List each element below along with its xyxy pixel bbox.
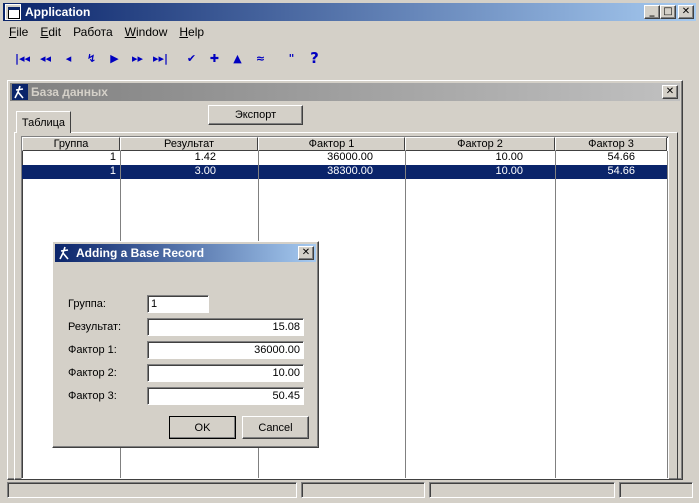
dialog-close-button[interactable]: ✕	[298, 246, 314, 260]
help-icon[interactable]: ?	[303, 47, 326, 69]
column-divider	[405, 151, 406, 478]
factor3-field[interactable]: 50.45	[147, 387, 304, 405]
result-field[interactable]: 15.08	[147, 318, 304, 336]
cell-result: 3.00	[194, 165, 216, 177]
factor3-label: Фактор 3:	[68, 390, 117, 402]
add-record-dialog: Adding a Base Record ✕ Группа: 1 Результ…	[52, 241, 319, 448]
last-record-icon[interactable]: ▸▸|	[149, 47, 172, 69]
table-row[interactable]: 1 1.42 36000.00 10.00 54.66	[22, 151, 667, 165]
status-panel	[301, 482, 425, 498]
menu-window-label: indow	[136, 25, 168, 39]
minimize-button[interactable]: _	[644, 5, 660, 19]
add-record-icon[interactable]: ✚	[203, 47, 226, 69]
cell-factor3: 54.66	[607, 151, 635, 163]
menu-bar: File Edit Работа Window Help	[3, 22, 696, 42]
column-divider	[555, 151, 556, 478]
first-record-icon[interactable]: |◂◂	[11, 47, 34, 69]
app-titlebar[interactable]: Application _ □ ✕	[3, 3, 696, 21]
status-panel	[619, 482, 693, 498]
cell-factor3: 54.66	[607, 165, 635, 177]
column-header-factor2[interactable]: Фактор 2	[405, 137, 555, 151]
cancel-button[interactable]: Cancel	[242, 416, 309, 439]
cell-factor2: 10.00	[495, 151, 523, 163]
database-window-title: База данных	[31, 85, 108, 99]
app-window-icon	[5, 4, 21, 20]
edit-record-icon[interactable]: ▲	[226, 47, 249, 69]
refresh-icon[interactable]: ↯	[80, 47, 103, 69]
figure-icon	[12, 84, 28, 100]
toolbar: |◂◂ ◂◂ ◂ ↯ ▶ ▸▸ ▸▸| ✔ ✚ ▲ ≈ " ?	[3, 44, 696, 72]
cell-group: 1	[109, 165, 116, 177]
app-window-controls: _ □ ✕	[644, 5, 694, 19]
menu-file[interactable]: File	[3, 25, 34, 39]
dialog-titlebar[interactable]: Adding a Base Record ✕	[55, 244, 316, 262]
menu-edit-label: dit	[48, 25, 62, 39]
next-page-icon[interactable]: ▸▸	[126, 47, 149, 69]
menu-window-mnemonic: W	[124, 25, 136, 39]
prev-record-icon[interactable]: ◂	[57, 47, 80, 69]
column-header-factor3[interactable]: Фактор 3	[555, 137, 667, 151]
figure-icon	[59, 246, 69, 260]
factor2-field[interactable]: 10.00	[147, 364, 304, 382]
close-button[interactable]: ✕	[678, 5, 694, 19]
next-record-icon[interactable]: ▶	[103, 47, 126, 69]
cell-result: 1.42	[194, 151, 216, 163]
database-window-titlebar[interactable]: База данных ✕	[10, 83, 680, 101]
grid-header: Группа Результат Фактор 1 Фактор 2 Факто…	[22, 137, 667, 151]
app-window: Application _ □ ✕ File Edit Работа Windo…	[0, 0, 699, 503]
cancel-edit-icon[interactable]: ≈	[249, 47, 272, 69]
menu-help[interactable]: Help	[173, 25, 210, 39]
maximize-button[interactable]: □	[660, 5, 676, 19]
column-header-group[interactable]: Группа	[22, 137, 120, 151]
factor1-field[interactable]: 36000.00	[147, 341, 304, 359]
status-panel	[429, 482, 615, 498]
status-bar	[3, 482, 696, 500]
menu-rabota[interactable]: Работа	[67, 25, 119, 39]
factor1-label: Фактор 1:	[68, 344, 117, 356]
column-header-factor1[interactable]: Фактор 1	[258, 137, 405, 151]
tab-table[interactable]: Таблица	[16, 111, 71, 133]
menu-help-label: elp	[188, 25, 205, 39]
cell-factor1: 38300.00	[327, 165, 373, 177]
quote-icon[interactable]: "	[280, 47, 303, 69]
menu-window[interactable]: Window	[119, 25, 174, 39]
column-header-result[interactable]: Результат	[120, 137, 258, 151]
factor2-label: Фактор 2:	[68, 367, 117, 379]
group-label: Группа:	[68, 298, 106, 310]
cell-group: 1	[109, 151, 116, 163]
result-label: Результат:	[68, 321, 122, 333]
post-check-icon[interactable]: ✔	[180, 47, 203, 69]
group-field[interactable]: 1	[147, 295, 209, 313]
app-title: Application	[25, 5, 91, 19]
status-panel	[7, 482, 297, 498]
export-button[interactable]: Экспорт	[208, 105, 303, 125]
menu-rabota-label: Работа	[73, 25, 113, 39]
cell-factor2: 10.00	[495, 165, 523, 177]
menu-file-label: ile	[16, 25, 29, 39]
column-divider	[667, 151, 668, 478]
ok-button[interactable]: OK	[169, 416, 236, 439]
table-row-selected[interactable]: 1 3.00 38300.00 10.00 54.66	[22, 165, 668, 179]
prev-page-icon[interactable]: ◂◂	[34, 47, 57, 69]
menu-help-mnemonic: H	[179, 25, 189, 39]
menu-edit[interactable]: Edit	[34, 25, 67, 39]
cell-factor1: 36000.00	[327, 151, 373, 163]
dialog-title: Adding a Base Record	[76, 246, 205, 260]
database-close-button[interactable]: ✕	[662, 85, 678, 99]
